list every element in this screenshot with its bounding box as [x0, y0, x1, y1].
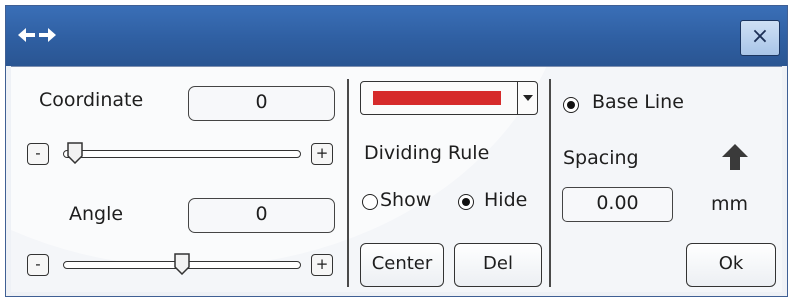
coordinate-slider-thumb[interactable] — [66, 142, 84, 164]
base-line-label: Base Line — [592, 91, 684, 113]
angle-label: Angle — [69, 203, 124, 225]
color-dropdown[interactable] — [360, 81, 538, 115]
section-divider-right — [549, 79, 551, 287]
coordinate-slider-track[interactable] — [63, 150, 301, 158]
dividing-rule-label: Dividing Rule — [364, 142, 490, 164]
angle-decrement-button[interactable]: - — [27, 254, 49, 276]
spacing-label: Spacing — [563, 147, 639, 169]
spacing-field[interactable]: 0.00 — [562, 187, 673, 222]
base-line-radio[interactable] — [563, 97, 579, 113]
horizontal-double-arrow-icon — [18, 28, 56, 42]
coordinate-increment-button[interactable]: + — [311, 143, 333, 165]
section-divider-left — [347, 79, 349, 287]
coordinate-label: Coordinate — [39, 89, 144, 111]
arrow-up-icon[interactable] — [720, 143, 750, 171]
angle-slider-thumb[interactable] — [173, 253, 191, 275]
show-radio[interactable] — [362, 194, 378, 210]
unit-label: mm — [711, 193, 749, 215]
coordinate-decrement-button[interactable]: - — [27, 143, 49, 165]
del-button[interactable]: Del — [454, 243, 542, 287]
dividing-rule-dialog: × Coordinate 0 - + Angle 0 - + Dividing … — [5, 5, 788, 297]
hide-radio[interactable] — [458, 194, 474, 210]
chevron-down-icon[interactable] — [517, 82, 537, 114]
dialog-body: Coordinate 0 - + Angle 0 - + Dividing Ru… — [11, 66, 782, 292]
ok-button[interactable]: Ok — [686, 243, 776, 287]
center-button[interactable]: Center — [360, 243, 444, 287]
color-swatch — [373, 91, 501, 105]
show-label: Show — [380, 189, 432, 211]
angle-field[interactable]: 0 — [188, 198, 335, 233]
close-button[interactable]: × — [740, 20, 780, 56]
coordinate-field[interactable]: 0 — [188, 86, 335, 121]
hide-label: Hide — [484, 189, 528, 211]
title-bar[interactable]: × — [6, 6, 787, 66]
angle-increment-button[interactable]: + — [311, 254, 333, 276]
